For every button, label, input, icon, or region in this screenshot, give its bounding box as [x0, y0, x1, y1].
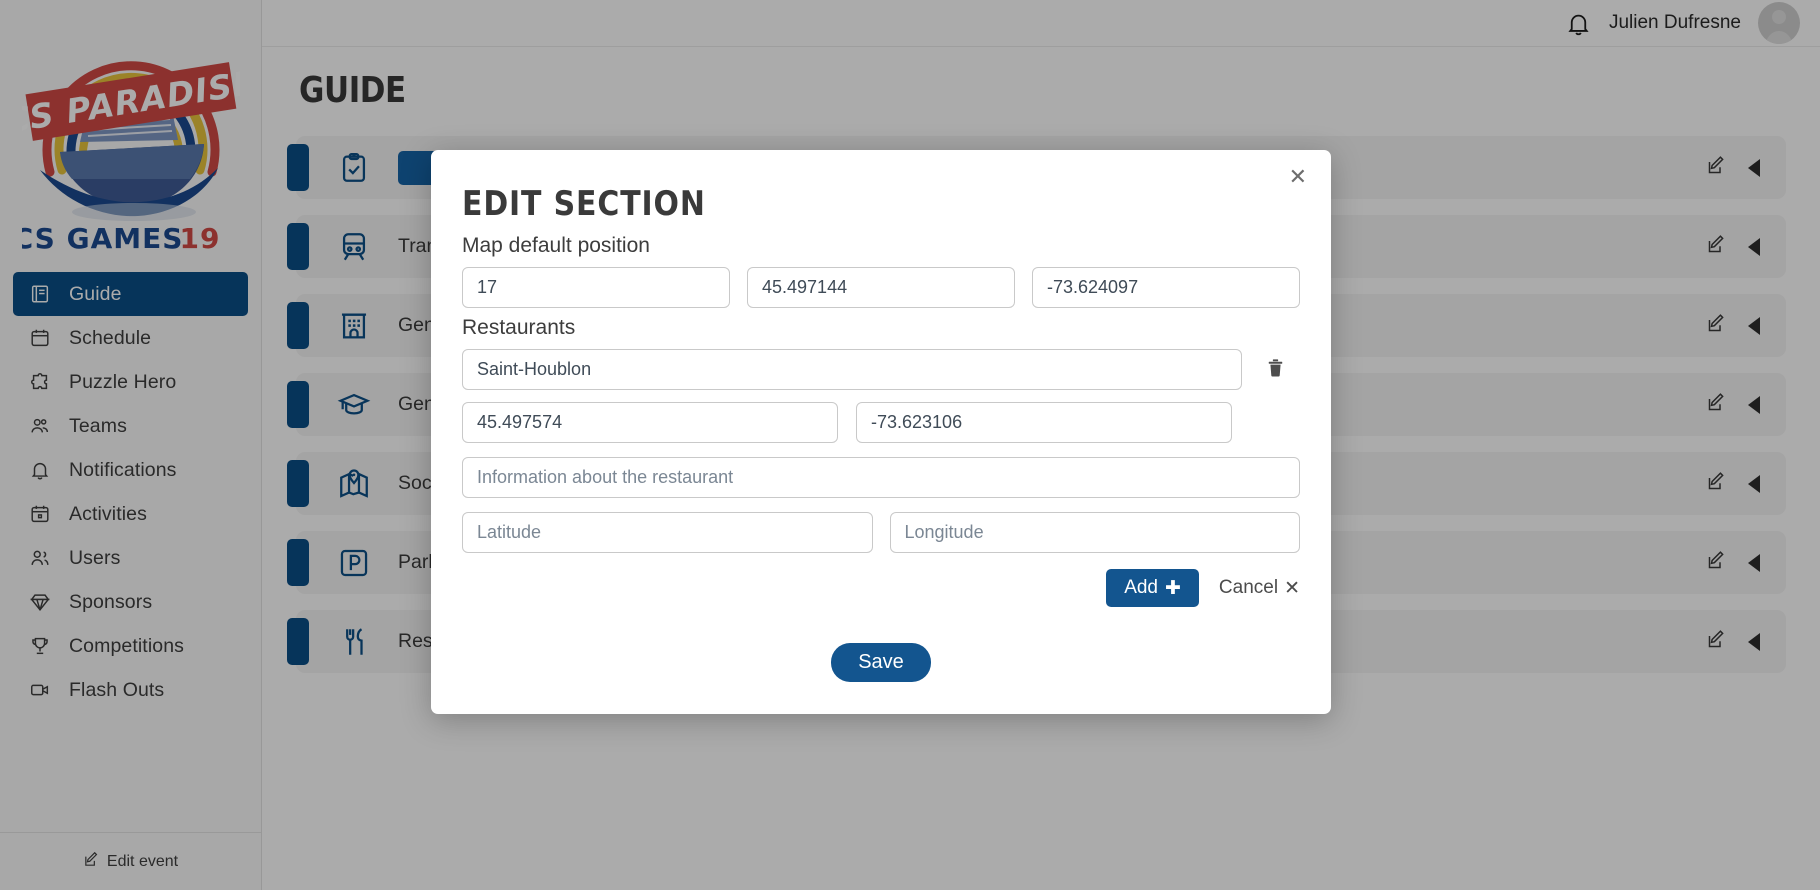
add-button-label: Add	[1124, 577, 1158, 598]
map-position-fields	[462, 267, 1300, 308]
restaurants-label: Restaurants	[462, 316, 576, 339]
restaurant-coords-inner	[462, 402, 1300, 443]
add-cancel-row: Add ✚ Cancel ✕	[462, 569, 1300, 607]
new-restaurant-latitude-input[interactable]	[462, 512, 873, 553]
map-zoom-input[interactable]	[462, 267, 730, 308]
save-button[interactable]: Save	[831, 643, 931, 682]
cancel-button-label: Cancel	[1218, 577, 1279, 598]
save-row: Save	[462, 643, 1300, 682]
restaurant-longitude-input[interactable]	[856, 402, 1232, 443]
new-restaurant-coords-row	[462, 512, 1300, 553]
close-icon[interactable]: ✕	[1289, 166, 1307, 188]
close-icon: ✕	[1284, 577, 1300, 599]
modal-title: EDIT SECTION	[462, 184, 706, 224]
restaurant-latitude-input[interactable]	[462, 402, 838, 443]
new-restaurant-info-row	[462, 457, 1300, 498]
restaurant-entry	[462, 349, 1300, 443]
plus-icon: ✚	[1165, 577, 1181, 599]
restaurant-name-wrap	[462, 349, 1242, 390]
restaurant-entry-top	[462, 349, 1300, 390]
restaurant-coords	[462, 402, 1300, 443]
restaurant-name-input[interactable]	[462, 349, 1242, 390]
add-restaurant-button[interactable]: Add ✚	[1106, 569, 1199, 607]
new-restaurant-longitude-input[interactable]	[889, 512, 1300, 553]
map-longitude-input[interactable]	[1032, 267, 1300, 308]
cancel-restaurant-button[interactable]: Cancel ✕	[1219, 577, 1300, 600]
map-latitude-input[interactable]	[747, 267, 1015, 308]
edit-section-modal: ✕ EDIT SECTION Map default position Rest…	[431, 150, 1331, 714]
map-position-label: Map default position	[462, 234, 650, 257]
new-restaurant-info-input[interactable]	[462, 457, 1300, 498]
trash-icon	[1265, 356, 1286, 383]
delete-restaurant-button[interactable]	[1260, 350, 1290, 390]
